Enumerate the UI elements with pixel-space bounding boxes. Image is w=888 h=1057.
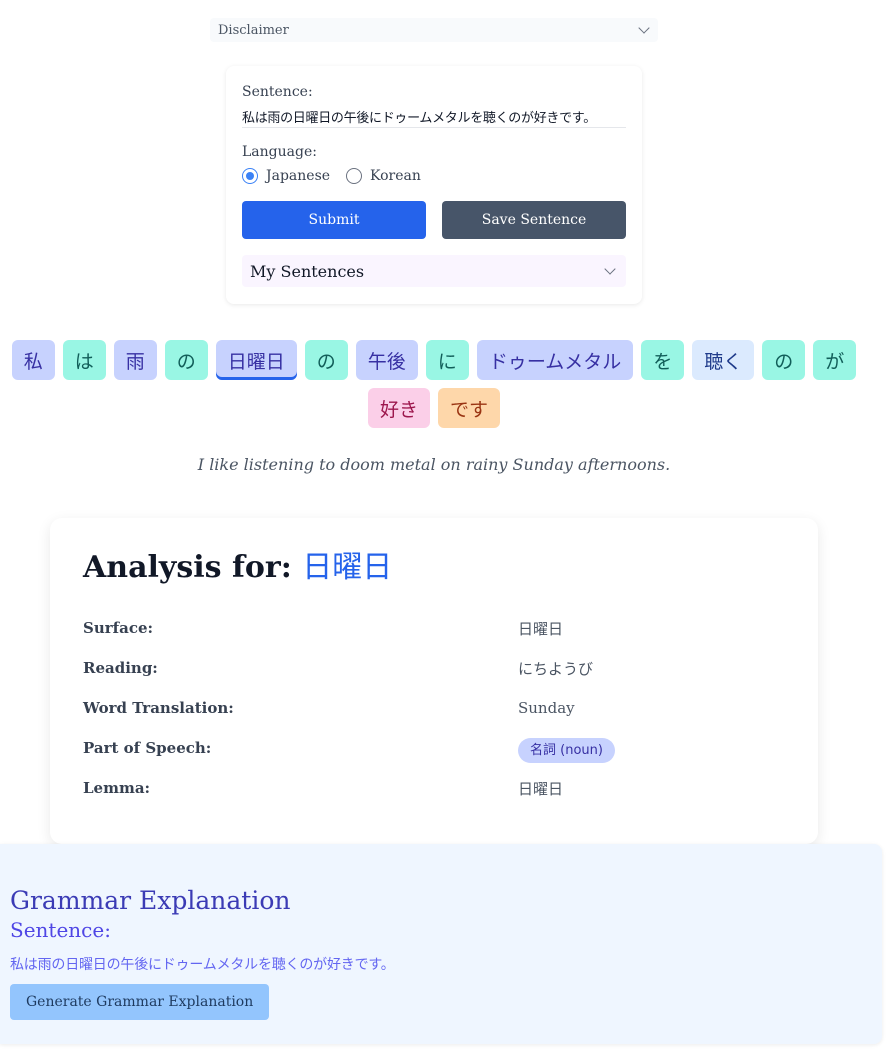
radio-japanese[interactable]: Japanese [242,168,330,184]
grammar-subtitle: Sentence: [10,918,111,942]
token-chip[interactable]: 聴く [692,340,755,380]
token-chip[interactable]: 日曜日 [215,340,297,380]
disclaimer-dropdown[interactable]: Disclaimer [210,18,658,42]
analysis-word: 日曜日 [302,550,393,585]
chevron-down-icon [604,263,616,275]
grammar-title: Grammar Explanation [10,886,291,915]
word-translation-row: Word Translation: Sunday [83,688,785,728]
language-radio-group: Japanese Korean [242,168,626,184]
lemma-label: Lemma: [83,779,151,797]
surface-label: Surface: [83,619,154,637]
pos-row: Part of Speech: 名詞 (noun) [83,728,785,768]
token-chip[interactable]: の [304,340,348,380]
surface-row: Surface: 日曜日 [83,608,785,648]
surface-value: 日曜日 [518,619,564,638]
generate-grammar-button[interactable]: Generate Grammar Explanation [10,984,270,1020]
token-chip[interactable]: 雨 [113,340,157,380]
grammar-sentence: 私は雨の日曜日の午後にドゥームメタルを聴くのが好きです。 [10,957,395,973]
reading-row: Reading: にちようび [83,648,785,688]
grammar-section: Grammar Explanation Sentence: 私は雨の日曜日の午後… [0,844,882,1044]
lemma-value: 日曜日 [518,779,564,798]
radio-korean[interactable]: Korean [346,168,421,184]
token-list: 私は雨の日曜日の午後にドゥームメタルを聴くのが好き です [0,340,868,428]
token-chip[interactable]: ドゥームメタル [476,340,634,380]
radio-japanese-label: Japanese [266,168,331,184]
lemma-row: Lemma: 日曜日 [83,768,785,808]
chevron-down-icon [638,22,650,34]
token-chip[interactable]: が [813,340,857,380]
language-label: Language: [242,144,317,160]
disclaimer-label: Disclaimer [218,22,289,38]
pos-label: Part of Speech: [83,739,212,757]
reading-label: Reading: [83,659,158,677]
sentence-label: Sentence: [242,84,313,100]
save-sentence-button[interactable]: Save Sentence [442,201,626,239]
my-sentences-dropdown[interactable]: My Sentences [242,255,626,287]
token-chip[interactable]: の [762,340,806,380]
radio-unchecked-icon[interactable] [346,168,363,184]
token-chip[interactable]: に [425,340,469,380]
submit-button[interactable]: Submit [242,201,426,239]
token-chip[interactable]: 午後 [355,340,418,380]
sentence-input[interactable] [242,105,626,128]
analysis-card: Analysis for: 日曜日 Surface: 日曜日 Reading: … [50,518,818,844]
pos-badge: 名詞 (noun) [518,737,615,763]
analysis-title: Analysis for: 日曜日 [83,548,785,588]
my-sentences-label: My Sentences [250,261,365,281]
token-chip[interactable]: の [164,340,208,380]
radio-korean-label: Korean [370,168,421,184]
sentence-translation: I like listening to doom metal on rainy … [197,455,671,474]
radio-checked-icon[interactable] [242,168,258,184]
word-translation-label: Word Translation: [83,699,234,717]
token-chip[interactable]: を [641,340,685,380]
word-translation-value: Sunday [518,699,575,717]
reading-value: にちようび [518,659,594,678]
token-chip[interactable]: 私 [11,340,55,380]
analysis-title-prefix: Analysis for: [83,550,292,585]
sentence-form: Sentence: Language: Japanese Korean Subm… [226,66,642,304]
token-chip[interactable]: です [438,388,501,428]
token-chip[interactable]: 好き [367,388,430,428]
token-chip[interactable]: は [62,340,106,380]
